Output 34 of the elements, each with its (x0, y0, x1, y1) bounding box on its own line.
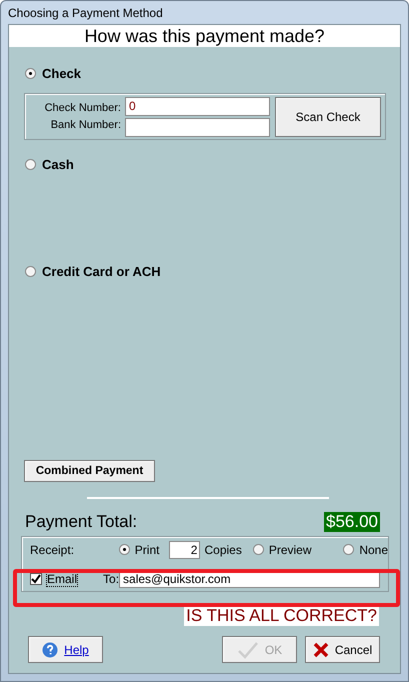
method-label: Check (42, 66, 82, 80)
check-number-field[interactable]: 0 (125, 96, 270, 116)
field-label: Bank Number: (50, 119, 121, 131)
checkmark-icon (236, 640, 259, 658)
radio-button[interactable] (25, 158, 36, 170)
radio-button[interactable] (25, 68, 36, 78)
option-label: None (359, 542, 388, 556)
copies-label: Copies (204, 542, 242, 556)
option-label: Preview (268, 542, 312, 556)
prompt-text: IS THIS ALL CORRECT? (184, 606, 379, 626)
method-label: Cash (42, 156, 74, 172)
scan-check-button[interactable]: Scan Check (275, 96, 381, 136)
to-label: To: (103, 572, 120, 586)
copies-field[interactable]: 2 (169, 540, 200, 558)
receipt-label: Receipt: (30, 542, 76, 556)
help-icon (42, 642, 58, 658)
total-amount: $56.00 (324, 512, 380, 532)
email-label: Email (47, 572, 78, 586)
checkbox[interactable] (30, 572, 42, 584)
field-label: Check Number: (44, 102, 121, 114)
radio-button[interactable] (25, 266, 36, 276)
option-label: Print (134, 542, 160, 556)
cancel-button[interactable]: Cancel (305, 636, 380, 663)
window-title: Choosing a Payment Method (7, 4, 164, 22)
total-label: Payment Total: (25, 512, 138, 532)
combined-payment-button[interactable]: Combined Payment (24, 460, 155, 482)
method-label: Credit Card or ACH (42, 264, 161, 278)
bank-number-field[interactable] (125, 118, 270, 136)
radio-button[interactable] (343, 544, 354, 555)
x-icon (312, 642, 329, 658)
help-button[interactable]: Help (28, 636, 103, 663)
radio-button[interactable] (252, 544, 264, 555)
radio-button[interactable] (118, 544, 130, 555)
heading: How was this payment made? (9, 25, 400, 47)
